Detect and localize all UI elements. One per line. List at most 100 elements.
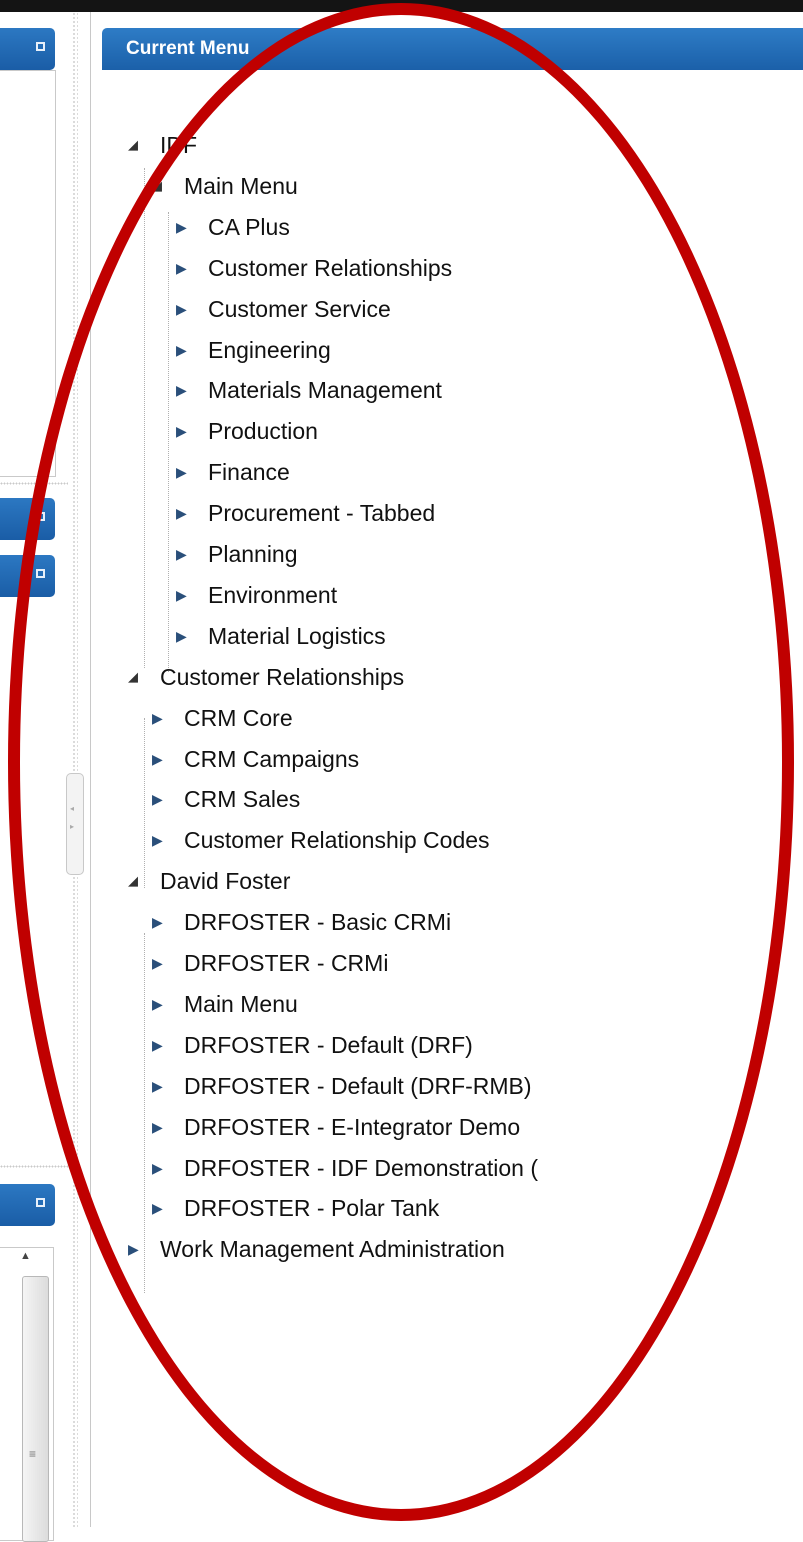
splitter[interactable] xyxy=(72,12,78,1527)
tree-node-label: Planning xyxy=(208,540,298,567)
tree-node-planning[interactable]: ▶ Planning xyxy=(176,537,298,567)
triangle-right-icon[interactable]: ▶ xyxy=(176,539,192,569)
tree-node-customer-relationships[interactable]: ▶ Customer Relationships xyxy=(176,251,452,281)
triangle-right-icon[interactable]: ▶ xyxy=(176,457,192,487)
maximize-icon[interactable] xyxy=(36,512,45,521)
tree-node-engineering[interactable]: ▶ Engineering xyxy=(176,333,331,363)
tree-node-crm-campaigns[interactable]: ▶ CRM Campaigns xyxy=(152,742,359,772)
tree-node-label: DRFOSTER - CRMi xyxy=(184,949,389,976)
left-panel-header-2 xyxy=(0,498,55,540)
triangle-right-icon[interactable]: ▶ xyxy=(176,621,192,651)
triangle-right-icon[interactable]: ▶ xyxy=(152,1112,168,1142)
tree-node-finance[interactable]: ▶ Finance xyxy=(176,455,290,485)
maximize-icon[interactable] xyxy=(36,569,45,578)
tree-node-david-foster[interactable]: ◢ David Foster xyxy=(128,864,290,894)
tree-node-crm-sales[interactable]: ▶ CRM Sales xyxy=(152,782,300,812)
tree-node-work-management-administration[interactable]: ▶ Work Management Administration xyxy=(128,1232,505,1262)
triangle-right-icon[interactable]: ▶ xyxy=(152,907,168,937)
top-bar xyxy=(0,0,803,12)
tree-node-drfoster-polar-tank[interactable]: ▶ DRFOSTER - Polar Tank xyxy=(152,1191,439,1221)
triangle-right-icon[interactable]: ▶ xyxy=(176,212,192,242)
tree-node-label: David Foster xyxy=(160,867,291,894)
tree-node-customer-relationships-root[interactable]: ◢ Customer Relationships xyxy=(128,660,404,690)
triangle-right-icon[interactable]: ▶ xyxy=(152,1071,168,1101)
triangle-right-icon[interactable]: ▶ xyxy=(152,1030,168,1060)
tree-node-production[interactable]: ▶ Production xyxy=(176,414,318,444)
triangle-right-icon[interactable]: ▶ xyxy=(152,1193,168,1223)
tree-node-label: DRFOSTER - Default (DRF-RMB) xyxy=(184,1072,532,1099)
divider xyxy=(0,482,68,485)
tree-node-customer-service[interactable]: ▶ Customer Service xyxy=(176,292,391,322)
tree-node-materials-management[interactable]: ▶ Materials Management xyxy=(176,373,442,403)
tree-node-label: Engineering xyxy=(208,336,331,363)
tree-guide-line xyxy=(168,212,170,672)
scroll-up-arrow-icon[interactable]: ▲ xyxy=(20,1250,31,1262)
tree-node-label: Environment xyxy=(208,581,338,608)
maximize-icon[interactable] xyxy=(36,42,45,51)
triangle-down-icon[interactable]: ◢ xyxy=(152,171,168,201)
tree-node-df-main-menu[interactable]: ▶ Main Menu xyxy=(152,987,298,1017)
grip-icon: ≡ xyxy=(29,1447,37,1461)
tree-node-label: DRFOSTER - E-Integrator Demo xyxy=(184,1113,521,1140)
tree-node-drfoster-idf-demonstration[interactable]: ▶ DRFOSTER - IDF Demonstration ( xyxy=(152,1151,538,1181)
tree-node-drfoster-basic-crmi[interactable]: ▶ DRFOSTER - Basic CRMi xyxy=(152,905,451,935)
triangle-right-icon[interactable]: ▶ xyxy=(176,294,192,324)
tree-node-label: CRM Sales xyxy=(184,785,301,812)
tree-node-ca-plus[interactable]: ▶ CA Plus xyxy=(176,210,290,240)
tree-node-material-logistics[interactable]: ▶ Material Logistics xyxy=(176,619,386,649)
triangle-down-icon[interactable]: ◢ xyxy=(128,130,144,160)
panel-header: Current Menu xyxy=(102,28,803,70)
triangle-right-icon[interactable]: ▶ xyxy=(152,1153,168,1183)
tree-node-label: Work Management Administration xyxy=(160,1235,505,1262)
triangle-right-icon[interactable]: ▶ xyxy=(152,989,168,1019)
tree-node-customer-relationship-codes[interactable]: ▶ Customer Relationship Codes xyxy=(152,823,490,853)
triangle-right-icon[interactable]: ▶ xyxy=(176,416,192,446)
left-column: ▲ ≡ xyxy=(0,12,70,1542)
current-menu-panel: Current Menu ◢ IDF ◢ Main Menu ▶ CA Plus ▶ Cust… xyxy=(102,28,803,1527)
tree-node-label: Main Menu xyxy=(184,990,298,1017)
triangle-right-icon[interactable]: ▶ xyxy=(152,948,168,978)
collapse-handle[interactable]: ◂ ▸ xyxy=(66,773,84,875)
tree-node-label: Main Menu xyxy=(184,172,298,199)
triangle-right-icon[interactable]: ▶ xyxy=(176,253,192,283)
tree-node-label: DRFOSTER - Polar Tank xyxy=(184,1194,440,1221)
tree-node-drfoster-default-drf[interactable]: ▶ DRFOSTER - Default (DRF) xyxy=(152,1028,473,1058)
left-panel-header-3 xyxy=(0,555,55,597)
panel-border xyxy=(90,12,91,1527)
tree-node-label: Material Logistics xyxy=(208,622,386,649)
tree-node-drfoster-crmi[interactable]: ▶ DRFOSTER - CRMi xyxy=(152,946,388,976)
triangle-right-icon[interactable]: ▶ xyxy=(176,580,192,610)
triangle-right-icon[interactable]: ▶ xyxy=(128,1234,144,1264)
triangle-right-icon[interactable]: ▶ xyxy=(152,825,168,855)
chevron-left-icon: ◂ xyxy=(70,804,75,813)
tree-node-idf-main-menu[interactable]: ◢ Main Menu xyxy=(152,169,298,199)
left-panel-header-1 xyxy=(0,28,55,70)
maximize-icon[interactable] xyxy=(36,1198,45,1207)
triangle-right-icon[interactable]: ▶ xyxy=(152,784,168,814)
tree-node-drfoster-default-drf-rmb[interactable]: ▶ DRFOSTER - Default (DRF-RMB) xyxy=(152,1069,532,1099)
triangle-right-icon[interactable]: ▶ xyxy=(176,498,192,528)
left-panel-header-4 xyxy=(0,1184,55,1226)
tree-node-label: CRM Campaigns xyxy=(184,745,360,772)
tree-node-label: CRM Core xyxy=(184,704,293,731)
tree-node-procurement-tabbed[interactable]: ▶ Procurement - Tabbed xyxy=(176,496,435,526)
triangle-down-icon[interactable]: ◢ xyxy=(128,662,144,692)
scroll-thumb[interactable]: ≡ xyxy=(22,1276,49,1542)
tree-node-environment[interactable]: ▶ Environment xyxy=(176,578,337,608)
triangle-right-icon[interactable]: ▶ xyxy=(152,703,168,733)
tree-node-drfoster-e-integrator-demo[interactable]: ▶ DRFOSTER - E-Integrator Demo xyxy=(152,1110,520,1140)
tree-node-crm-core[interactable]: ▶ CRM Core xyxy=(152,701,293,731)
divider xyxy=(0,1165,68,1168)
tree-node-idf[interactable]: ◢ IDF xyxy=(128,128,197,158)
tree-node-label: Customer Relationships xyxy=(160,663,405,690)
scrollbar[interactable]: ▲ ≡ xyxy=(0,1247,54,1542)
triangle-right-icon[interactable]: ▶ xyxy=(152,744,168,774)
tree-node-label: DRFOSTER - IDF Demonstration ( xyxy=(184,1154,538,1181)
tree-node-label: Finance xyxy=(208,458,290,485)
tree-node-label: IDF xyxy=(160,131,198,158)
tree-node-label: Customer Relationships xyxy=(208,254,453,281)
chevron-right-icon: ▸ xyxy=(70,822,75,831)
triangle-right-icon[interactable]: ▶ xyxy=(176,335,192,365)
triangle-right-icon[interactable]: ▶ xyxy=(176,375,192,405)
triangle-down-icon[interactable]: ◢ xyxy=(128,866,144,896)
